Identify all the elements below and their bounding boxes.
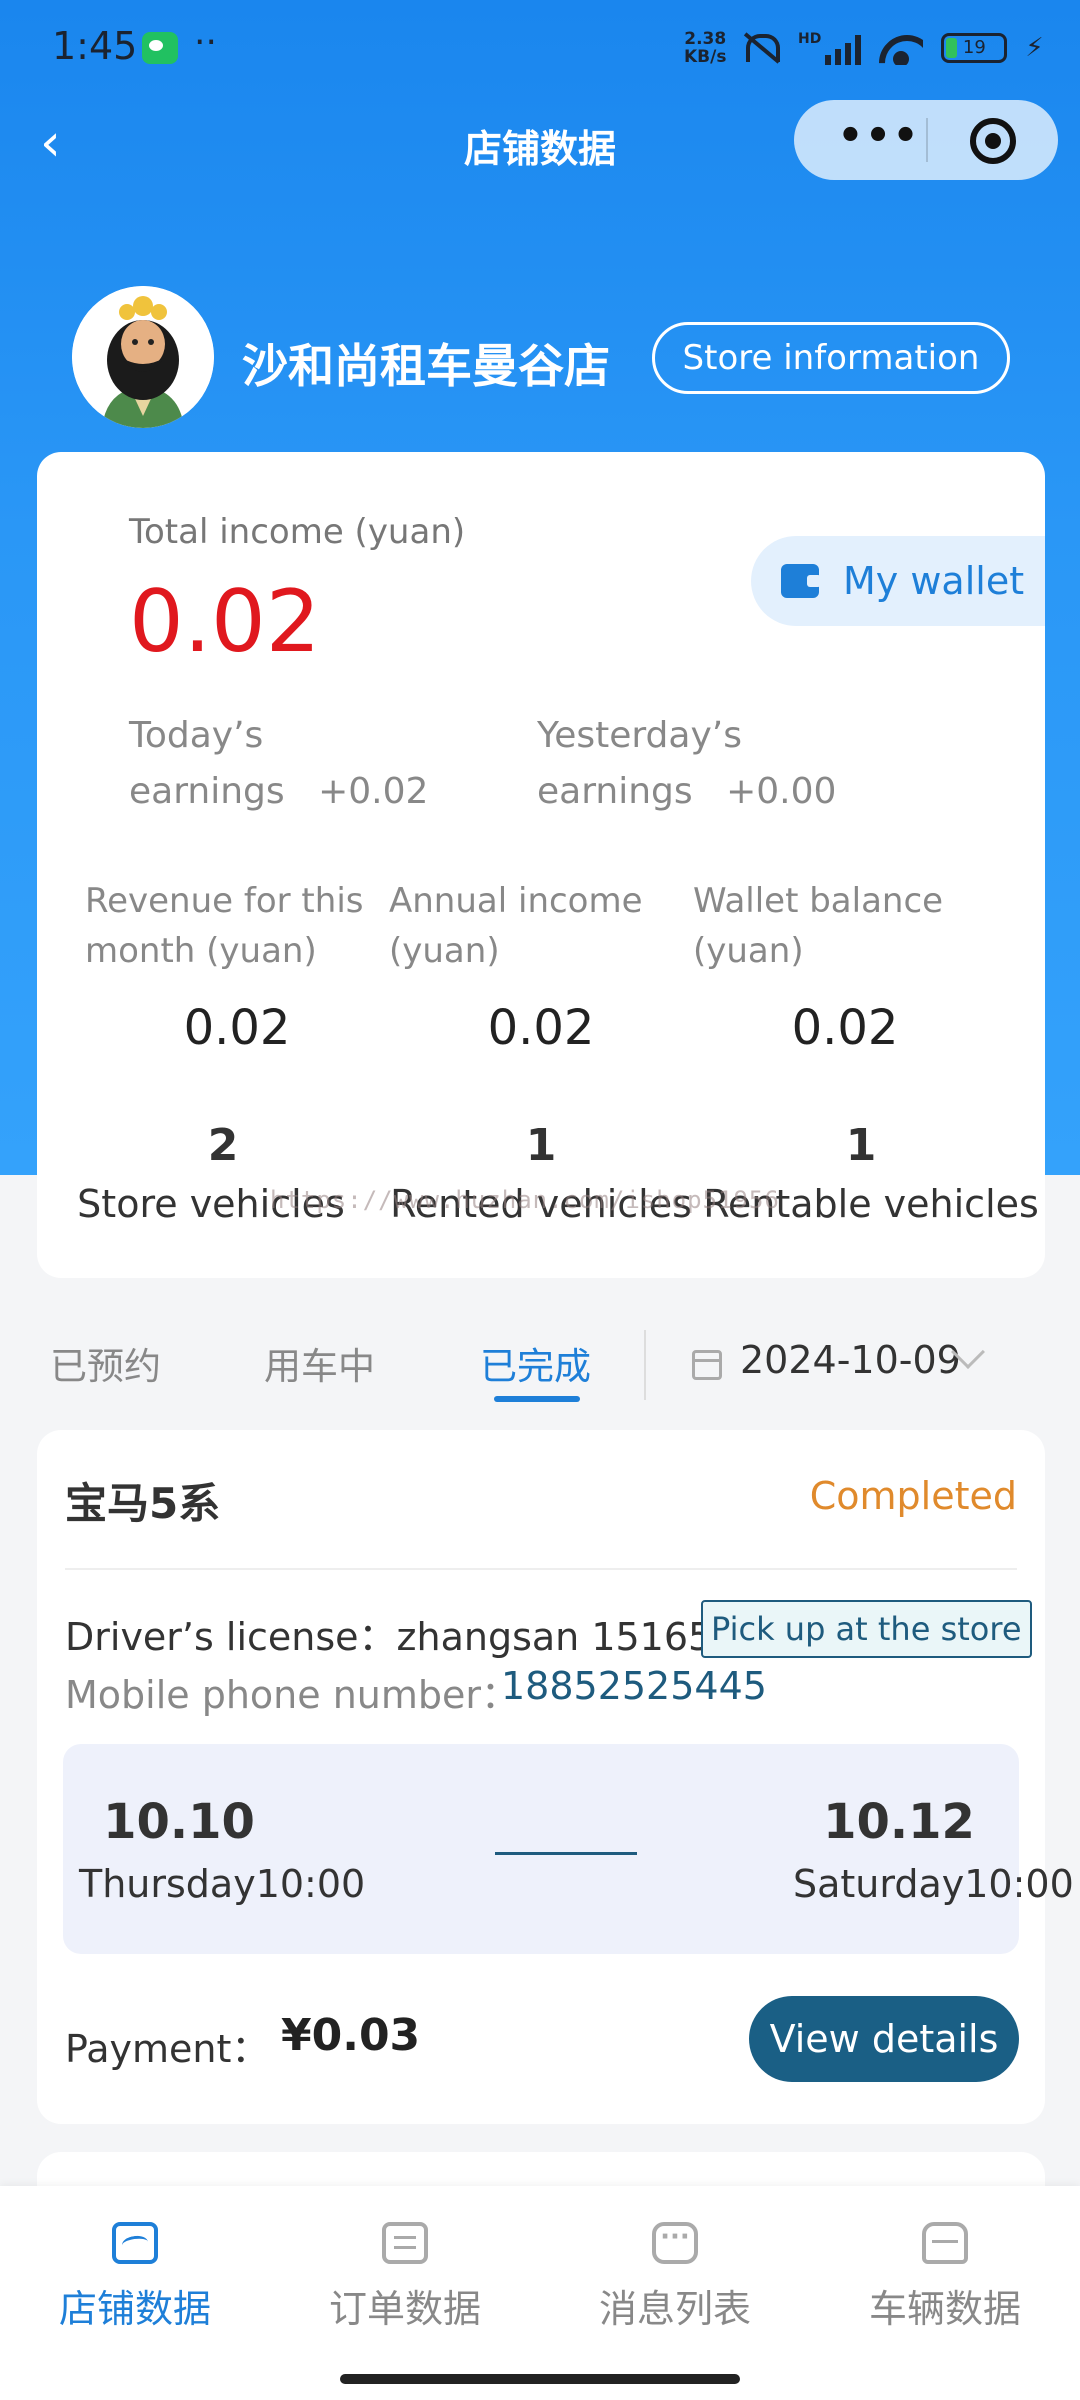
period-connector (495, 1852, 637, 1855)
network-speed: 2.38 KB/s (684, 30, 726, 66)
payment-label: Payment： (65, 2027, 270, 2071)
today-earnings-label: Today’s earnings (129, 715, 285, 812)
vehicle-name: 宝马5系 (65, 1479, 221, 1528)
charging-icon: ⚡ (1025, 33, 1044, 63)
battery-icon: 19 (941, 33, 1008, 63)
yesterday-earnings-value: +0.00 (726, 771, 837, 812)
wifi-icon (879, 31, 923, 65)
today-earnings: Today’s earnings +0.02 (129, 708, 429, 820)
mute-bell-icon (740, 30, 780, 66)
wallet-balance-value: 0.02 (791, 1000, 899, 1056)
rental-start-time: Thursday10:00 (79, 1862, 366, 1906)
message-icon (652, 2222, 698, 2264)
nav-vehicle-data-label: 车辆数据 (868, 2287, 1021, 2331)
monthly-revenue-label: Revenue for this month (yuan) (85, 881, 364, 971)
total-income-value: 0.02 (129, 572, 321, 672)
more-menu-icon[interactable]: ••• (824, 100, 934, 180)
mini-program-capsule: ••• (794, 100, 1058, 180)
rental-end-date: 10.12 (823, 1794, 975, 1850)
tab-completed[interactable]: 已完成 (480, 1336, 591, 1390)
chart-icon (112, 2222, 158, 2264)
status-bar: 1:45 ·· 2.38 KB/s HD 19 ⚡ (0, 0, 1080, 100)
tab-in-use[interactable]: 用车中 (264, 1336, 375, 1390)
close-mini-program-icon[interactable] (970, 118, 1016, 164)
nav-order-data[interactable]: 订单数据 (270, 2222, 540, 2333)
income-summary-card: Total income (yuan) 0.02 My wallet Today… (37, 452, 1045, 1278)
pickup-method-tag: Pick up at the store (701, 1600, 1032, 1658)
nav-store-data-label: 店铺数据 (58, 2287, 211, 2331)
wallet-balance-label: Wallet balance (yuan) (693, 881, 944, 971)
document-icon (382, 2222, 428, 2264)
rental-end-time: Saturday10:00 (793, 1862, 1074, 1906)
phone-number[interactable]: 18852525445 (501, 1664, 767, 1708)
wechat-notification-icon (142, 32, 178, 64)
monthly-revenue-value: 0.02 (183, 1000, 291, 1056)
status-time: 1:45 (52, 24, 138, 68)
annual-income-label: Annual income (yuan) (389, 881, 643, 971)
home-indicator[interactable] (340, 2374, 740, 2384)
yesterday-earnings-label: Yesterday’s earnings (537, 715, 742, 812)
signal-hd-label: HD (798, 31, 822, 47)
nav-store-data[interactable]: 店铺数据 (0, 2222, 270, 2333)
store-information-button[interactable]: Store information (652, 322, 1010, 394)
order-status-badge: Completed (809, 1474, 1017, 1518)
wallet-icon (781, 564, 821, 598)
tab-reserved[interactable]: 已预约 (50, 1336, 161, 1390)
drivers-license-label: Driver’s license： (65, 1615, 397, 1659)
order-card: 宝马5系 Completed Driver’s license：zhangsan… (37, 1430, 1074, 2124)
navigation-bar: ‹ 店铺数据 ••• (0, 100, 1080, 188)
signal-icon: HD (798, 31, 862, 65)
view-details-button[interactable]: View details (749, 1996, 1019, 2082)
yesterday-earnings: Yesterday’s earnings +0.00 (537, 708, 877, 820)
annual-income-value: 0.02 (487, 1000, 595, 1056)
network-speed-value: 2.38 (684, 29, 727, 49)
rented-vehicles-count: 1 (525, 1120, 557, 1171)
store-vehicles-count: 2 (207, 1120, 239, 1171)
my-wallet-button[interactable]: My wallet (751, 536, 1045, 626)
store-avatar (72, 286, 214, 428)
store-name: 沙和尚租车曼谷店 (242, 339, 610, 393)
rental-period: 10.10 Thursday10:00 10.12 Saturday10:00 (63, 1744, 1074, 1954)
order-status-tabs: 已预约 用车中 已完成 2024-10-09 (0, 1320, 1080, 1410)
network-speed-unit: KB/s (684, 47, 727, 67)
nav-order-data-label: 订单数据 (328, 2287, 481, 2331)
phone-label: Mobile phone number： (65, 1673, 520, 1717)
battery-level: 19 (962, 37, 986, 58)
nav-vehicle-data[interactable]: 车辆数据 (810, 2222, 1080, 2333)
my-wallet-label: My wallet (843, 559, 1025, 603)
more-notifications-icon: ·· (194, 22, 217, 63)
rental-start-date: 10.10 (103, 1794, 255, 1850)
calendar-icon[interactable] (692, 1350, 722, 1380)
total-income-label: Total income (yuan) (129, 512, 466, 552)
nav-message-list-label: 消息列表 (598, 2287, 751, 2331)
active-tab-indicator (494, 1396, 580, 1402)
nav-message-list[interactable]: 消息列表 (540, 2222, 810, 2333)
date-filter[interactable]: 2024-10-09 (740, 1338, 961, 1382)
payment-value: ¥0.03 (281, 2010, 421, 2061)
bottom-navigation: 店铺数据 订单数据 消息列表 车辆数据 (0, 2186, 1080, 2400)
drivers-license-value: zhangsan 15165 (396, 1615, 713, 1659)
car-icon (922, 2222, 968, 2264)
drivers-license: Driver’s license：zhangsan 15165 (65, 1606, 712, 1661)
divider (65, 1568, 1017, 1570)
today-earnings-value: +0.02 (318, 771, 429, 812)
watermark-text: https://www.huzhan.com/ishop51956 (270, 1186, 780, 1214)
rentable-vehicles-count: 1 (845, 1120, 877, 1171)
